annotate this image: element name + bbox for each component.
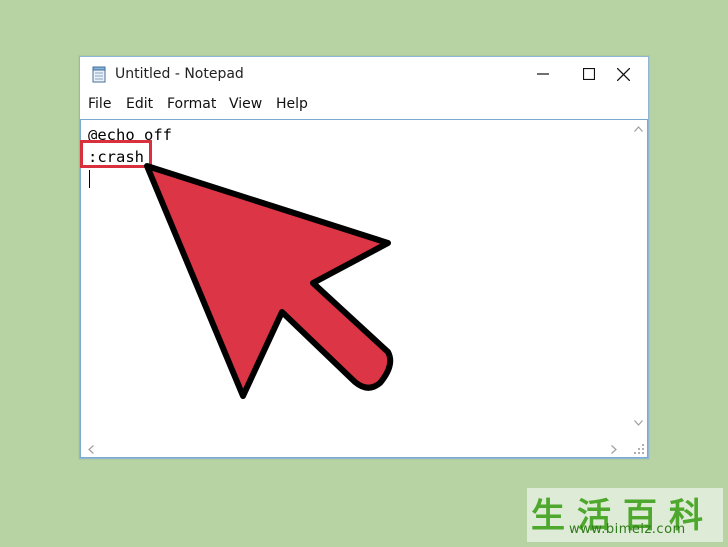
menu-help[interactable]: Help xyxy=(276,96,308,112)
scroll-up-icon[interactable] xyxy=(634,126,643,132)
menu-format[interactable]: Format xyxy=(167,96,216,112)
minimize-button[interactable] xyxy=(520,57,566,91)
title-bar[interactable]: Untitled - Notepad xyxy=(80,57,648,91)
resize-grip-icon[interactable] xyxy=(630,440,647,457)
close-button[interactable] xyxy=(598,57,648,91)
text-editor[interactable]: @echo off :crash xyxy=(80,119,648,458)
scroll-down-icon[interactable] xyxy=(634,420,643,426)
menu-file[interactable]: File xyxy=(88,96,111,112)
menu-bar: File Edit Format View Help xyxy=(80,93,648,117)
watermark: 生活百科 www.bimeiz.com xyxy=(527,488,723,542)
close-icon xyxy=(616,67,630,81)
menu-edit[interactable]: Edit xyxy=(126,96,153,112)
menu-view[interactable]: View xyxy=(229,96,262,112)
watermark-url: www.bimeiz.com xyxy=(569,522,686,537)
minimize-icon xyxy=(537,73,549,75)
notepad-icon xyxy=(92,66,106,83)
maximize-icon xyxy=(583,68,595,80)
notepad-window: Untitled - Notepad File Edit Format View… xyxy=(79,56,649,459)
highlight-box xyxy=(80,140,152,168)
vertical-scrollbar[interactable] xyxy=(630,120,647,438)
window-title: Untitled - Notepad xyxy=(115,66,244,82)
scroll-right-icon[interactable] xyxy=(611,445,617,454)
editor-text-area[interactable]: @echo off :crash xyxy=(88,124,618,424)
scroll-left-icon[interactable] xyxy=(88,445,94,454)
text-caret xyxy=(89,170,90,188)
horizontal-scrollbar[interactable] xyxy=(81,440,630,457)
